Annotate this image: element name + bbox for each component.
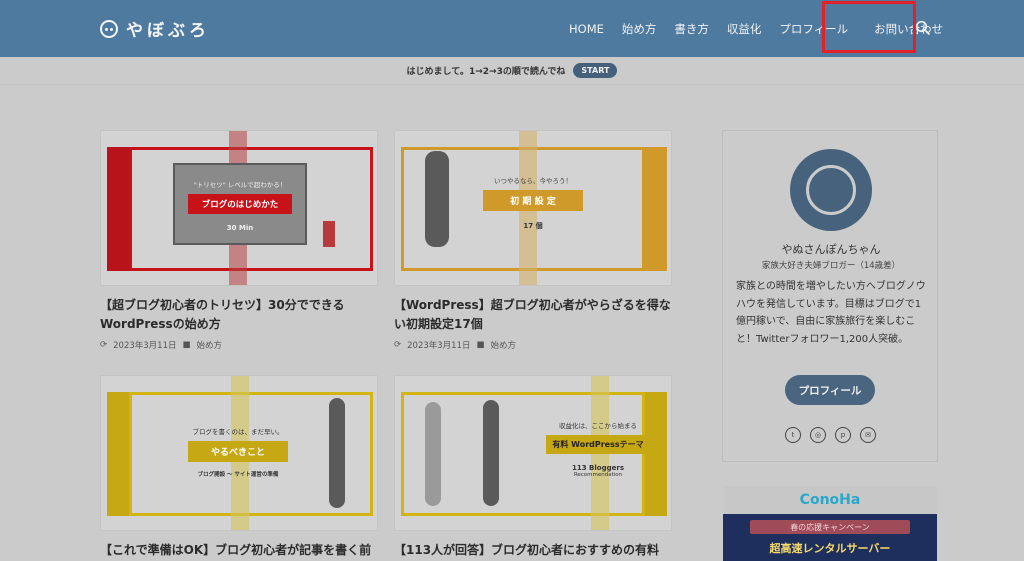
thumb-sub2: Recommendation	[573, 472, 623, 478]
thumb-label: ブログのはじめかた	[188, 194, 292, 214]
owl-logo-icon	[100, 19, 118, 38]
illustration-person	[425, 151, 449, 247]
article-thumbnail[interactable]: ブログを書くのは、まだ早い。 やるべきこと ブログ開設 〜 サイト運営の準備	[100, 375, 378, 531]
ad-campaign: 春の応援キャンペーン	[750, 520, 910, 534]
article-thumbnail[interactable]: 収益化は、ここから始まる 有料 WordPressテーマ 113 Blogger…	[394, 375, 672, 531]
avatar	[790, 149, 872, 231]
thumb-text: ブログを書くのは、まだ早い。 やるべきこと ブログ開設 〜 サイト運営の準備	[173, 426, 303, 478]
logo-text: やぼぶろ	[126, 21, 210, 41]
profile-name: やぬさんぽんちゃん	[781, 243, 881, 256]
ad-banner[interactable]: ConoHa 春の応援キャンペーン 超高速レンタルサーバー	[723, 486, 937, 561]
thumb-sub: 17 個	[523, 222, 543, 230]
article-title[interactable]: 【これで準備はOK】ブログ初心者が記事を書く前に	[100, 541, 378, 561]
start-button[interactable]: START	[573, 63, 618, 78]
article-card[interactable]: 収益化は、ここから始まる 有料 WordPressテーマ 113 Blogger…	[394, 375, 672, 560]
notice-bar: はじめまして。1→2→3の順で読んでね START	[0, 57, 1024, 85]
nav-start[interactable]: 始め方	[613, 21, 666, 37]
thumb-deco	[107, 147, 129, 271]
illustration-person	[425, 402, 441, 506]
profile-description: 家族との時間を増やしたい方へブログノウハウを発信しています。目標はブログで1億円…	[736, 281, 926, 345]
article-meta: ⟳ 2023年3月11日 ■ 始め方	[394, 339, 672, 351]
thumb-caption: "トリセツ" レベルで超わかる！	[193, 181, 287, 189]
thumb-caption: 収益化は、ここから始まる	[559, 422, 637, 430]
thumb-text: 収益化は、ここから始まる 有料 WordPressテーマ 113 Blogger…	[545, 420, 651, 478]
thumb-sub: ブログ開設 〜 サイト運営の準備	[197, 472, 279, 478]
contact-highlight-box	[822, 1, 916, 53]
profile-widget: やぬさんぽんちゃん 家族大好き夫婦ブロガー（14歳差） 家族との時間を増やしたい…	[722, 130, 938, 462]
thumb-caption: いつやるなら、今やろう！	[494, 177, 572, 185]
ad-logo: ConoHa	[799, 492, 861, 508]
thumb-label: 初 期 設 定	[483, 190, 583, 211]
mail-icon[interactable]: ✉	[860, 427, 876, 443]
article-title[interactable]: 【超ブログ初心者のトリセツ】30分でできるWordPressの始め方	[100, 296, 378, 334]
ad-logo-area: ConoHa	[723, 486, 937, 514]
ad-headline: 超高速レンタルサーバー	[769, 542, 891, 555]
thumb-caption: ブログを書くのは、まだ早い。	[192, 428, 284, 436]
article-category[interactable]: 始め方	[197, 339, 223, 351]
search-icon[interactable]	[915, 20, 931, 36]
folder-icon: ■	[182, 340, 191, 350]
illustration-person	[483, 400, 499, 506]
article-date: 2023年3月11日	[113, 341, 177, 351]
article-meta: ⟳ 2023年3月11日 ■ 始め方	[100, 339, 378, 351]
thumb-sub: 113 Bloggers	[572, 464, 624, 472]
refresh-icon: ⟳	[100, 340, 108, 350]
article-category[interactable]: 始め方	[491, 339, 517, 351]
illustration-person	[329, 398, 345, 508]
profile-button[interactable]: プロフィール	[785, 375, 875, 405]
article-title[interactable]: 【113人が回答】ブログ初心者におすすめの有料	[394, 541, 672, 560]
pinterest-icon[interactable]: p	[835, 427, 851, 443]
folder-icon: ■	[476, 340, 485, 350]
social-links: t ◎ p ✉	[785, 427, 876, 443]
thumb-monitor: "トリセツ" レベルで超わかる！ ブログのはじめかた 30 Min	[173, 163, 307, 245]
article-thumbnail[interactable]: "トリセツ" レベルで超わかる！ ブログのはじめかた 30 Min	[100, 130, 378, 286]
twitter-icon[interactable]: t	[785, 427, 801, 443]
instagram-icon[interactable]: ◎	[810, 427, 826, 443]
site-logo[interactable]: やぼぶろ	[100, 16, 210, 41]
thumb-deco	[107, 392, 129, 516]
article-thumbnail[interactable]: いつやるなら、今やろう！ 初 期 設 定 17 個	[394, 130, 672, 286]
nav-monetize[interactable]: 収益化	[718, 21, 771, 37]
profile-subtitle: 家族大好き夫婦ブロガー（14歳差）	[761, 261, 901, 271]
illustration-person	[323, 221, 335, 247]
thumb-label: やるべきこと	[188, 441, 288, 462]
thumb-label: 有料 WordPressテーマ	[546, 435, 650, 454]
refresh-icon: ⟳	[394, 340, 402, 350]
nav-writing[interactable]: 書き方	[665, 21, 718, 37]
article-card[interactable]: ブログを書くのは、まだ早い。 やるべきこと ブログ開設 〜 サイト運営の準備 【…	[100, 375, 378, 561]
nav-home[interactable]: HOME	[560, 22, 613, 36]
article-card[interactable]: "トリセツ" レベルで超わかる！ ブログのはじめかた 30 Min 【超ブログ初…	[100, 130, 378, 351]
article-date: 2023年3月11日	[407, 341, 471, 351]
thumb-deco	[645, 147, 667, 271]
thumb-text: いつやるなら、今やろう！ 初 期 設 定 17 個	[481, 175, 585, 231]
article-card[interactable]: いつやるなら、今やろう！ 初 期 設 定 17 個 【WordPress】超ブロ…	[394, 130, 672, 351]
thumb-sub: 30 Min	[226, 224, 254, 232]
article-title[interactable]: 【WordPress】超ブログ初心者がやらざるを得ない初期設定17個	[394, 296, 672, 334]
notice-text: はじめまして。1→2→3の順で読んでね	[406, 67, 566, 77]
